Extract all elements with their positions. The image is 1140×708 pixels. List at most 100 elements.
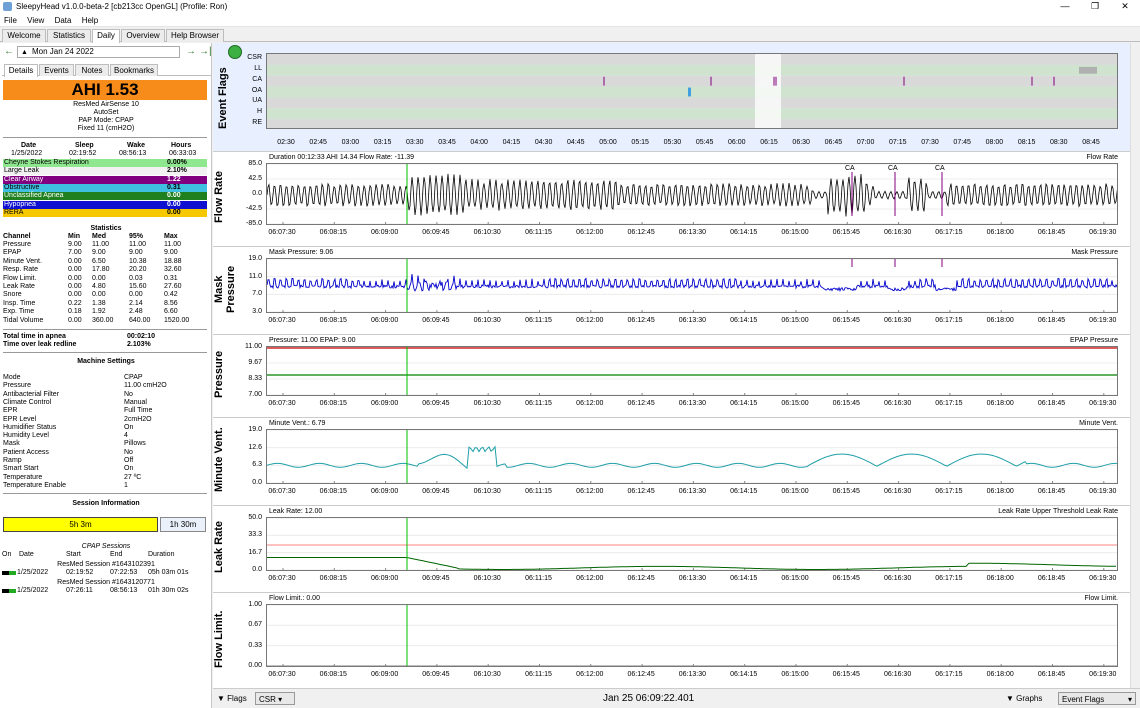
y-tick-label: -85.0: [246, 220, 262, 227]
session-row[interactable]: 1/25/2022 07:26:11 08:56:13 01h 30m 02s: [2, 587, 206, 595]
session-name: ResMed Session #1643102391: [57, 561, 155, 568]
x-tick-label: 06:09:45: [422, 317, 450, 324]
setting-name: Mask: [3, 440, 20, 448]
x-tick-label: 06:12:00: [576, 317, 604, 324]
main-tabs: Welcome Statistics Daily Overview Help B…: [0, 28, 1140, 43]
chart-plot[interactable]: [266, 163, 1118, 225]
time-tick: 07:15: [889, 139, 907, 146]
index-row: Large Leak 2.10%: [3, 167, 207, 176]
setting-row: EPR Level 2cmH2O: [3, 416, 207, 424]
x-tick-label: 06:07:30: [268, 400, 296, 407]
time-tick: 04:00: [470, 139, 488, 146]
date-picker[interactable]: ▲ Mon Jan 24 2022: [17, 46, 180, 58]
statistics-cell: 1.38: [92, 299, 106, 307]
minimize-button[interactable]: —: [1050, 0, 1080, 14]
tab-daily[interactable]: Daily: [92, 29, 120, 43]
sessions-header: On Date Start End Duration: [2, 551, 206, 559]
tab-welcome[interactable]: Welcome: [2, 29, 46, 42]
sleep-start-header: Sleep: [75, 142, 94, 149]
statistics-cell: 9.00: [92, 249, 106, 257]
divider: [3, 137, 207, 138]
menu-bar: File View Data Help: [0, 14, 1140, 27]
chart-plot[interactable]: [266, 429, 1118, 484]
event-flags-dropdown[interactable]: Event Flags ▾: [1058, 692, 1136, 705]
statistics-cell: Flow Limit.: [3, 274, 37, 282]
index-row: Obstructive 0.31: [3, 183, 207, 192]
vertical-scrollbar[interactable]: [1130, 43, 1140, 688]
session-row[interactable]: 1/25/2022 02:19:52 07:22:53 05h 03m 01s: [2, 569, 206, 577]
prev-day-arrow-icon[interactable]: ←: [4, 45, 14, 58]
time-tick: 05:00: [599, 139, 617, 146]
csr-dropdown[interactable]: CSR ▾: [255, 692, 295, 705]
tab-bookmarks[interactable]: Bookmarks: [110, 64, 158, 76]
chart-panel: Leak Rate Leak Rate: 12.00 Leak Rate Upper…: [213, 505, 1140, 592]
statistics-cell: Pressure: [3, 241, 32, 248]
sleep-hours: 06:33:03: [169, 150, 197, 157]
session-toggle-icon[interactable]: [2, 571, 16, 575]
chart-title: Flow Limit.: 0.00: [269, 595, 320, 602]
setting-name: EPR Level: [3, 415, 37, 423]
chart-plot[interactable]: [266, 346, 1118, 396]
y-tick-label: 0.33: [248, 641, 262, 649]
x-tick-label: 06:12:45: [627, 671, 655, 678]
chart-title: Pressure: 11.00 EPAP: 9.00: [269, 337, 356, 344]
event-flags-plot[interactable]: [266, 53, 1118, 129]
index-row: RERA 0.00: [3, 208, 207, 217]
x-tick-label: 06:14:15: [730, 400, 758, 407]
chart-legend: EPAP Pressure: [1070, 337, 1118, 344]
index-row: Clear Airway 1.22: [3, 175, 207, 184]
x-tick-label: 06:12:00: [576, 400, 604, 407]
time-tick: 05:30: [663, 139, 682, 146]
tab-statistics[interactable]: Statistics: [47, 29, 91, 42]
close-button[interactable]: ✕: [1110, 0, 1140, 14]
tab-events[interactable]: Events: [39, 64, 74, 76]
flags-dropdown[interactable]: ▼ Flags: [217, 692, 247, 705]
x-tick-label: 06:16:30: [883, 229, 912, 236]
x-axis: 06:07:30 06:08:15 06:09:00 06:09:45 06:10:30…: [266, 670, 1118, 679]
tab-details[interactable]: Details: [4, 64, 38, 77]
next-day-arrow-icon[interactable]: →: [186, 45, 196, 58]
x-tick-label: 06:14:15: [730, 575, 758, 582]
x-tick-label: 06:12:45: [627, 400, 655, 407]
statistics-cell: 0.00: [68, 291, 82, 299]
x-tick-label: 06:10:30: [473, 671, 501, 678]
jump-latest-icon[interactable]: →|: [199, 45, 211, 58]
chart-panel: Minute Vent. Minute Vent.: 6.79 Minute Ven…: [213, 417, 1140, 505]
x-tick-label: 06:15:00: [781, 400, 809, 407]
menu-help[interactable]: Help: [78, 14, 102, 27]
setting-name: EPR: [3, 407, 18, 415]
session-bar-2[interactable]: 1h 30m: [160, 517, 206, 532]
x-tick-label: 06:13:30: [678, 488, 707, 495]
maximize-button[interactable]: ❐: [1080, 0, 1110, 14]
index-name: Large Leak: [4, 167, 40, 175]
setting-row: Temperature 27 ºC: [3, 474, 207, 482]
flow-rate-series: [267, 173, 1117, 217]
chart-plot[interactable]: [266, 604, 1118, 667]
statistics-row: Minute Vent. 0.00 6.50 10.38 18.88: [3, 258, 207, 266]
statistics-cell: EPAP: [3, 249, 22, 257]
menu-data[interactable]: Data: [51, 14, 76, 27]
chart-plot[interactable]: [266, 517, 1118, 571]
setting-value: Full Time: [124, 407, 153, 415]
time-tick: 05:15: [631, 139, 649, 146]
x-tick-label: 06:18:00: [986, 400, 1014, 407]
session-bar-1[interactable]: 5h 3m: [3, 517, 158, 532]
x-tick-label: 06:09:45: [422, 400, 450, 407]
x-axis: 06:07:30 06:08:15 06:09:00 06:09:45 06:10:30…: [266, 399, 1118, 408]
tab-notes[interactable]: Notes: [75, 64, 109, 76]
tab-help-browser[interactable]: Help Browser: [166, 29, 224, 42]
session-toggle-icon[interactable]: [2, 589, 16, 593]
large-leak-mark: [1079, 66, 1097, 74]
graphs-dropdown[interactable]: ▼ Graphs: [1006, 692, 1042, 705]
menu-view[interactable]: View: [23, 14, 48, 27]
chart-legend: Leak Rate Upper Threshold Leak Rate: [998, 508, 1118, 515]
menu-file[interactable]: File: [0, 14, 21, 27]
chart-plot[interactable]: [266, 258, 1118, 313]
x-tick-label: 06:10:30: [473, 488, 501, 495]
setting-value: 27 ºC: [124, 473, 142, 481]
x-tick-label: 06:17:15: [935, 317, 963, 324]
sleep-values: 1/25/2022 02:19:52 08:56:13 06:33:03: [3, 150, 207, 158]
tab-overview[interactable]: Overview: [121, 29, 165, 42]
statistics-cell: 0.00: [68, 266, 82, 274]
statistics-cell: Exp. Time: [3, 308, 35, 316]
